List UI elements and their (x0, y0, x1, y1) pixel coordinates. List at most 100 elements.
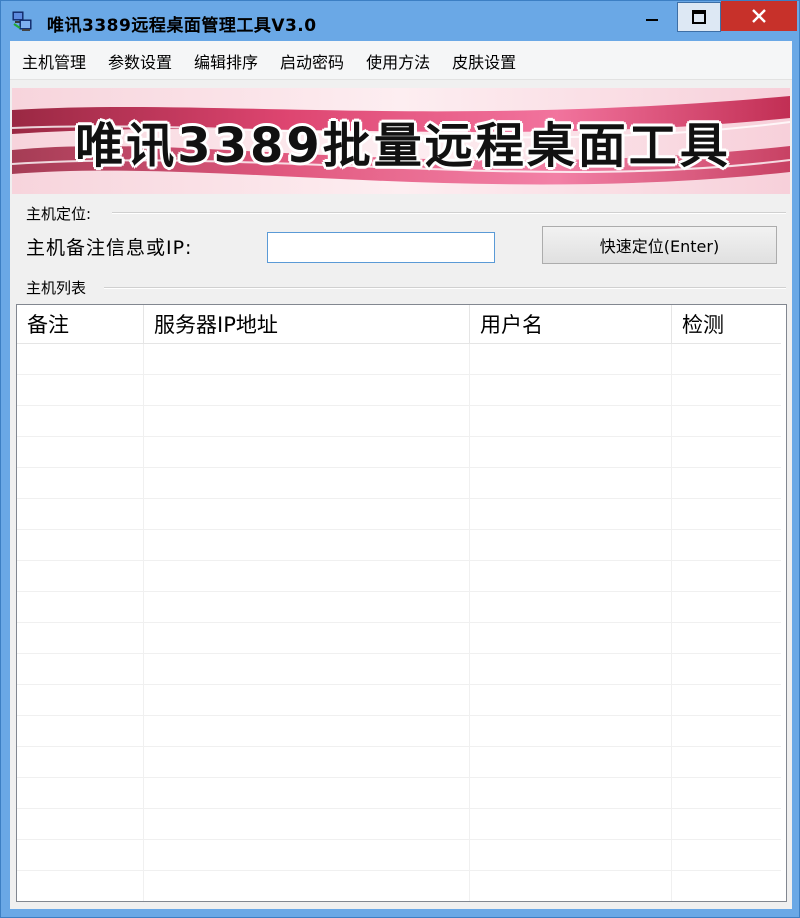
table-cell (470, 561, 672, 591)
column-header-check[interactable]: 检测 (672, 305, 782, 343)
table-row (17, 685, 782, 716)
table-cell (470, 530, 672, 560)
table-cell (672, 809, 782, 839)
table-cell (470, 809, 672, 839)
maximize-button[interactable] (677, 2, 721, 32)
app-window: 唯讯3389远程桌面管理工具V3.0 主机管理 参数设置 编辑排序 启动密码 使… (0, 0, 800, 918)
table-body (17, 344, 782, 901)
table-cell (672, 468, 782, 498)
table-cell (144, 716, 470, 746)
window-title: 唯讯3389远程桌面管理工具V3.0 (47, 16, 317, 36)
host-list-group-label: 主机列表 (26, 277, 91, 298)
table-row (17, 592, 782, 623)
table-cell (144, 468, 470, 498)
table-cell (470, 840, 672, 870)
table-cell (144, 809, 470, 839)
locate-field-label: 主机备注信息或IP: (26, 237, 193, 259)
table-cell (470, 437, 672, 467)
menu-host-management[interactable]: 主机管理 (10, 41, 96, 79)
table-row (17, 809, 782, 840)
table-cell (17, 623, 144, 653)
host-list-table[interactable]: 备注 服务器IP地址 用户名 检测 (16, 304, 787, 902)
table-cell (470, 623, 672, 653)
column-header-username[interactable]: 用户名 (470, 305, 672, 343)
menu-usage[interactable]: 使用方法 (354, 41, 440, 79)
table-row (17, 654, 782, 685)
table-cell (17, 778, 144, 808)
table-cell (17, 375, 144, 405)
table-cell (144, 623, 470, 653)
table-row (17, 530, 782, 561)
table-row (17, 437, 782, 468)
table-cell (144, 561, 470, 591)
table-cell (672, 592, 782, 622)
table-cell (470, 747, 672, 777)
table-row (17, 406, 782, 437)
minimize-icon (646, 19, 658, 21)
banner-title: 唯讯3389批量远程桌面工具 (75, 118, 731, 174)
table-row (17, 375, 782, 406)
table-cell (17, 592, 144, 622)
table-cell (470, 375, 672, 405)
title-bar[interactable]: 唯讯3389远程桌面管理工具V3.0 (1, 1, 799, 41)
table-cell (470, 685, 672, 715)
column-header-server-ip[interactable]: 服务器IP地址 (144, 305, 470, 343)
table-cell (144, 840, 470, 870)
table-cell (672, 561, 782, 591)
table-cell (672, 747, 782, 777)
table-cell (144, 871, 470, 901)
table-cell (470, 344, 672, 374)
table-cell (144, 437, 470, 467)
header-banner: 唯讯3389批量远程桌面工具 (12, 88, 790, 194)
locate-group-label: 主机定位: (26, 203, 96, 224)
table-cell (144, 778, 470, 808)
table-cell (470, 716, 672, 746)
table-row (17, 499, 782, 530)
table-cell (144, 499, 470, 529)
table-cell (672, 375, 782, 405)
table-cell (17, 654, 144, 684)
table-cell (470, 406, 672, 436)
table-scroll-gutter (781, 305, 786, 901)
table-cell (672, 840, 782, 870)
table-cell (470, 499, 672, 529)
table-cell (144, 406, 470, 436)
column-header-note[interactable]: 备注 (17, 305, 144, 343)
table-cell (17, 809, 144, 839)
menu-edit-sort[interactable]: 编辑排序 (182, 41, 268, 79)
menu-startup-password[interactable]: 启动密码 (268, 41, 354, 79)
locate-group-divider (112, 212, 786, 214)
table-row (17, 716, 782, 747)
table-header: 备注 服务器IP地址 用户名 检测 (17, 305, 782, 344)
table-cell (144, 530, 470, 560)
quick-locate-button[interactable]: 快速定位(Enter) (542, 226, 777, 264)
table-cell (144, 747, 470, 777)
table-row (17, 747, 782, 778)
table-row (17, 623, 782, 654)
table-row (17, 840, 782, 871)
table-cell (672, 623, 782, 653)
locate-input[interactable] (267, 232, 495, 263)
app-computer-icon (11, 10, 35, 32)
table-cell (672, 406, 782, 436)
table-cell (672, 716, 782, 746)
table-cell (672, 685, 782, 715)
menu-parameter-settings[interactable]: 参数设置 (96, 41, 182, 79)
close-button[interactable] (721, 1, 797, 31)
menu-skin-settings[interactable]: 皮肤设置 (440, 41, 526, 79)
table-cell (17, 468, 144, 498)
minimize-button[interactable] (629, 1, 675, 31)
table-cell (672, 437, 782, 467)
client-area: 主机管理 参数设置 编辑排序 启动密码 使用方法 皮肤设置 唯讯3389批量远程… (10, 41, 792, 909)
table-cell (17, 344, 144, 374)
table-cell (17, 530, 144, 560)
table-cell (470, 592, 672, 622)
table-cell (17, 685, 144, 715)
table-cell (672, 654, 782, 684)
table-cell (17, 716, 144, 746)
table-cell (672, 530, 782, 560)
table-cell (672, 778, 782, 808)
table-cell (17, 747, 144, 777)
table-cell (17, 871, 144, 901)
table-cell (470, 468, 672, 498)
